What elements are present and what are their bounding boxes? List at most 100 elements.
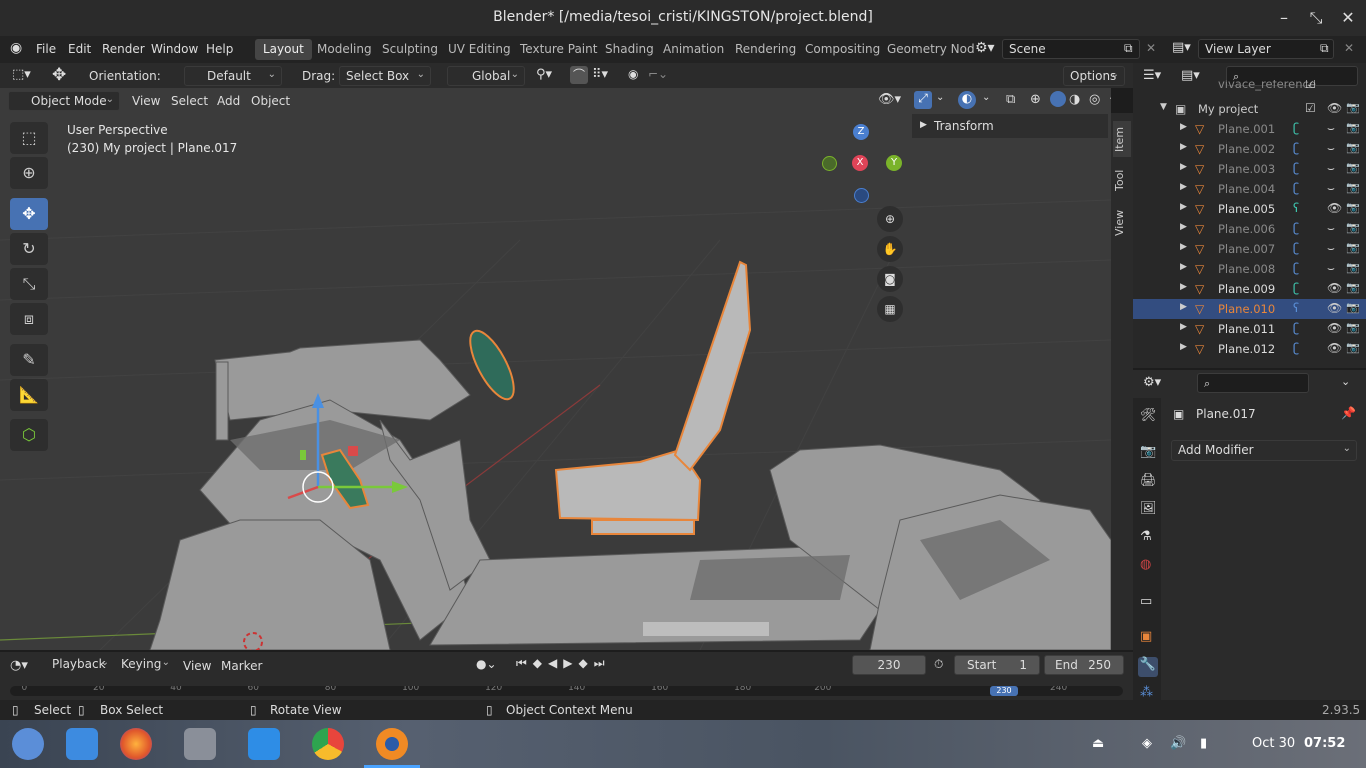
- viewport-menu-select[interactable]: Select: [171, 94, 208, 108]
- modifier-icon[interactable]: ʗ: [1293, 341, 1299, 355]
- timeline-view-menu[interactable]: View: [183, 659, 211, 673]
- modifier-icon[interactable]: ʗ: [1293, 321, 1299, 335]
- expand-arrow-icon[interactable]: ▶: [1180, 322, 1187, 332]
- eye-closed-icon[interactable]: ⌣: [1327, 161, 1335, 176]
- scale-tool-icon[interactable]: ⤡: [10, 268, 48, 300]
- timeline-marker-menu[interactable]: Marker: [221, 659, 262, 673]
- tab-layout[interactable]: Layout: [255, 39, 312, 60]
- gizmo-toggle-icon[interactable]: ⤢: [914, 91, 932, 109]
- move-tool-icon[interactable]: ✥: [52, 65, 66, 85]
- wireframe-shading-icon[interactable]: ⊕: [1030, 92, 1041, 107]
- keying-menu[interactable]: Keying ⌄: [115, 655, 175, 675]
- gizmo-y-axis[interactable]: Y: [886, 155, 902, 171]
- tray-expand-icon[interactable]: ⏏: [1092, 736, 1104, 751]
- transform-tool-icon[interactable]: ⧈: [10, 303, 48, 335]
- collection-props-icon[interactable]: ▭: [1140, 594, 1152, 609]
- tab-rendering[interactable]: Rendering: [727, 39, 804, 60]
- expand-arrow-icon[interactable]: ▶: [1180, 142, 1187, 152]
- 3d-viewport[interactable]: Object Mode ⌄ View Select Add Object 👁▾ ⤢…: [0, 88, 1111, 650]
- snap-target-icon[interactable]: ⠿▾: [592, 67, 608, 82]
- properties-options-icon[interactable]: ⌄: [1341, 375, 1350, 388]
- modifier-props-icon[interactable]: 🔧: [1138, 657, 1158, 677]
- wifi-icon[interactable]: ◈: [1142, 736, 1152, 751]
- outliner-row-partial[interactable]: vivace_reference ☑: [1133, 80, 1366, 94]
- modifier-icon[interactable]: ʗ: [1293, 221, 1299, 235]
- menu-edit[interactable]: Edit: [68, 42, 91, 56]
- outliner-item[interactable]: ▶ ▽ Plane.012 ʗ 👁 📷: [1133, 339, 1366, 359]
- camera-icon[interactable]: 📷: [1346, 161, 1360, 174]
- camera-icon[interactable]: 📷: [1346, 261, 1360, 274]
- eye-icon[interactable]: 👁: [1327, 341, 1342, 355]
- select-tool-icon[interactable]: ⬚▾: [12, 67, 31, 82]
- gizmo-neg-z-axis[interactable]: [854, 188, 869, 203]
- menu-render[interactable]: Render: [102, 42, 145, 56]
- outliner-item[interactable]: ▶ ▽ Plane.009 ʗ 👁 📷: [1133, 279, 1366, 299]
- camera-icon[interactable]: 📷: [1346, 221, 1360, 234]
- render-props-icon[interactable]: 📷: [1140, 444, 1156, 459]
- file-manager-icon[interactable]: [66, 728, 98, 760]
- tab-compositing[interactable]: Compositing: [797, 39, 888, 60]
- object-props-icon[interactable]: ▣: [1140, 629, 1152, 644]
- expand-arrow-icon[interactable]: ▶: [1180, 242, 1187, 252]
- tab-texture-paint[interactable]: Texture Paint: [512, 39, 605, 60]
- modifier-icon[interactable]: ʗ: [1293, 141, 1299, 155]
- options-dropdown[interactable]: Options ⌄: [1063, 66, 1125, 86]
- modifier-icon[interactable]: ʕ: [1293, 301, 1299, 315]
- drag-dropdown[interactable]: Select Box ⌄: [339, 66, 431, 86]
- orientation-dropdown[interactable]: Default ⌄: [184, 66, 282, 86]
- expand-arrow-icon[interactable]: ▶: [1180, 262, 1187, 272]
- eye-icon[interactable]: 👁: [1327, 301, 1342, 315]
- camera-icon[interactable]: 📷: [1346, 281, 1360, 294]
- gizmo-dropdown-icon[interactable]: ⌄: [936, 92, 944, 103]
- tab-tool[interactable]: Tool: [1113, 165, 1131, 195]
- expand-arrow-icon[interactable]: ▼: [1160, 102, 1167, 112]
- transform-space-dropdown[interactable]: Global ⌄: [447, 66, 525, 86]
- viewport-menu-object[interactable]: Object: [251, 94, 290, 108]
- collection-eye-icon[interactable]: 👁: [1327, 101, 1342, 115]
- collection-camera-icon[interactable]: 📷: [1346, 101, 1360, 114]
- tab-sculpting[interactable]: Sculpting: [374, 39, 446, 60]
- camera-icon[interactable]: 📷: [1346, 141, 1360, 154]
- timeline-editor-type-icon[interactable]: ◔▾: [10, 658, 28, 673]
- expand-arrow-icon[interactable]: ▶: [1180, 342, 1187, 352]
- material-shading-icon[interactable]: ◑: [1069, 92, 1080, 107]
- scene-name-field[interactable]: Scene: [1002, 39, 1140, 59]
- playback-menu[interactable]: Playback ⌄: [46, 655, 114, 675]
- eye-closed-icon[interactable]: ⌣: [1327, 261, 1335, 276]
- battery-icon[interactable]: ▮: [1200, 736, 1207, 751]
- modifier-icon[interactable]: ʗ: [1293, 121, 1299, 135]
- expand-arrow-icon[interactable]: ▶: [1180, 182, 1187, 192]
- scene-icon[interactable]: ⚙▾: [975, 40, 995, 56]
- expand-arrow-icon[interactable]: ▶: [1180, 282, 1187, 292]
- select-box-tool-icon[interactable]: ⬚: [10, 122, 48, 154]
- world-props-icon[interactable]: ◍: [1140, 557, 1151, 572]
- zoom-icon[interactable]: ⊕: [877, 206, 903, 232]
- solid-shading-icon[interactable]: [1050, 91, 1066, 107]
- tool-props-icon[interactable]: 🛠: [1140, 408, 1157, 423]
- record-icon[interactable]: ●⌄: [476, 657, 497, 671]
- timeline-ruler[interactable]: 0 20 40 60 80 100 120 140 160 180 200 23…: [10, 686, 1123, 696]
- outliner-item[interactable]: ▶ ▽ Plane.010 ʕ 👁 📷: [1133, 299, 1366, 319]
- annotate-tool-icon[interactable]: ✎: [10, 344, 48, 376]
- overlay-toggle-icon[interactable]: ◐: [958, 91, 976, 109]
- camera-icon[interactable]: 📷: [1346, 121, 1360, 134]
- tab-item[interactable]: Item: [1113, 121, 1131, 157]
- menu-window[interactable]: Window: [151, 42, 198, 56]
- camera-icon[interactable]: 📷: [1346, 201, 1360, 214]
- eye-closed-icon[interactable]: ⌣: [1327, 141, 1335, 156]
- add-modifier-dropdown[interactable]: Add Modifier ⌄: [1171, 440, 1357, 461]
- proportional-falloff-icon[interactable]: ⌐⌄: [648, 67, 668, 81]
- minimize-button[interactable]: –: [1272, 6, 1296, 30]
- modifier-icon[interactable]: ʗ: [1293, 181, 1299, 195]
- gizmo-x-axis[interactable]: X: [852, 155, 868, 171]
- outliner-item[interactable]: ▶ ▽ Plane.006 ʗ ⌣ 📷: [1133, 219, 1366, 239]
- tab-animation[interactable]: Animation: [655, 39, 732, 60]
- output-props-icon[interactable]: 🖨: [1140, 473, 1157, 488]
- camera-icon[interactable]: 📷: [1346, 241, 1360, 254]
- properties-search-input[interactable]: ⌕: [1197, 373, 1309, 393]
- modifier-icon[interactable]: ʗ: [1293, 161, 1299, 175]
- outliner-item[interactable]: ▶ ▽ Plane.001 ʗ ⌣ 📷: [1133, 119, 1366, 139]
- shading-dropdown-icon[interactable]: ⌄: [1108, 92, 1111, 103]
- playback-controls[interactable]: ⏮◆◀▶◆⏭: [516, 656, 611, 671]
- taskbar-date[interactable]: Oct 30: [1252, 736, 1295, 751]
